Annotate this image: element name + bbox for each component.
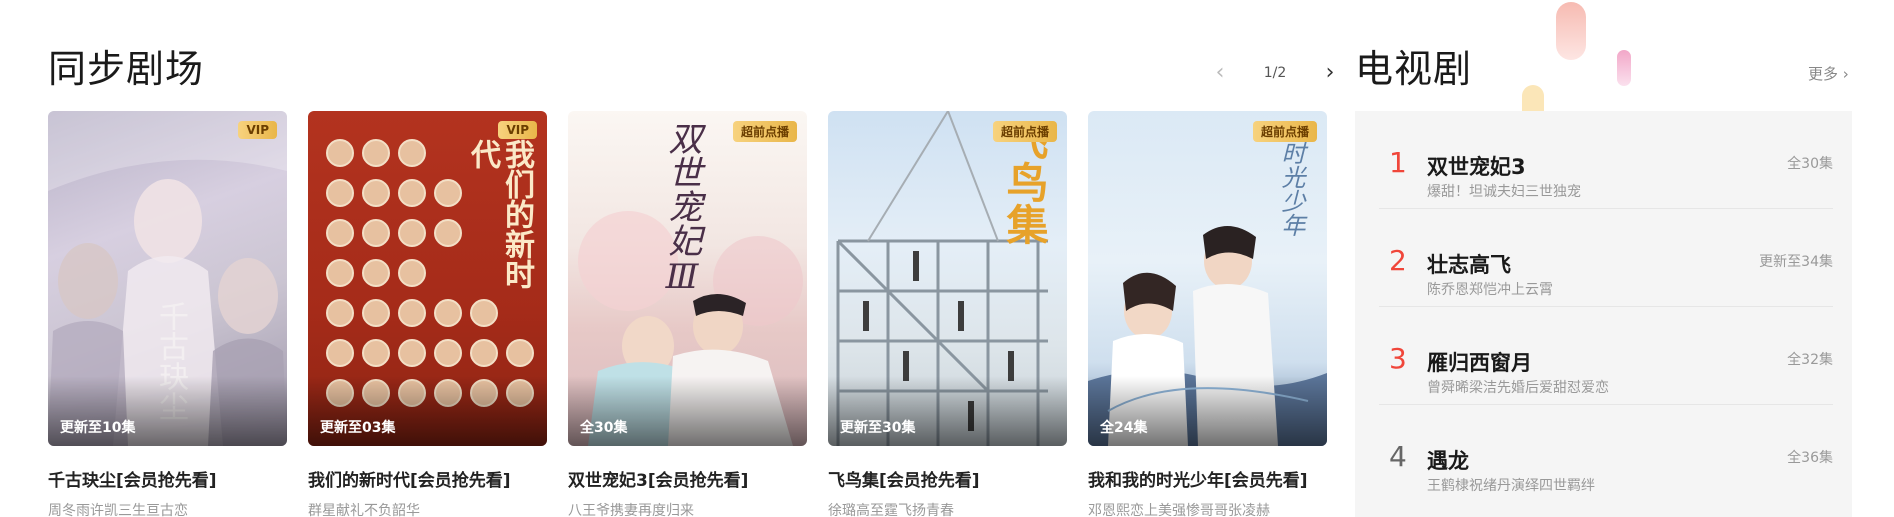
pager-page-indicator: 1/2: [1263, 65, 1287, 81]
rank-title[interactable]: 遇龙: [1427, 445, 1469, 475]
premium-badge: 超前点播: [1252, 121, 1317, 142]
ranking-panel: 1 双世宠妃3 爆甜！坦诚夫妇三世独宠 全30集 2 壮志高飞 陈乔恩郑恺冲上云…: [1355, 111, 1852, 517]
premium-badge: 超前点播: [992, 121, 1057, 142]
rank-episode-count: 全32集: [1787, 352, 1833, 368]
decor-bubble: [1556, 2, 1586, 60]
ranking-item[interactable]: 1 双世宠妃3 爆甜！坦诚夫妇三世独宠 全30集: [1379, 111, 1833, 209]
rank-title[interactable]: 壮志高飞: [1427, 249, 1511, 279]
rank-episode-count: 更新至34集: [1759, 254, 1833, 270]
decor-bubble: [1617, 50, 1631, 86]
drama-poster[interactable]: 双世宠妃Ⅲ 超前点播 全30集: [568, 111, 807, 446]
drama-poster[interactable]: 时光少年 超前点播 全24集: [1088, 111, 1327, 446]
card-subtitle: 徐璐高至霆飞扬青春: [828, 503, 954, 517]
card-title[interactable]: 我和我的时光少年[会员先看]: [1088, 466, 1327, 491]
premium-badge: 超前点播: [732, 121, 797, 142]
episode-status: 全24集: [1100, 420, 1148, 436]
rank-number: 4: [1389, 440, 1407, 473]
poster-title-art: 我们的新时代: [465, 139, 534, 289]
drama-card[interactable]: 双世宠妃Ⅲ 超前点播 全30集 双世宠妃3[会员抢先看] 八王爷携妻再度归来: [568, 111, 807, 517]
poster-title-art: 时光少年: [1277, 141, 1305, 237]
card-title[interactable]: 双世宠妃3[会员抢先看]: [568, 466, 807, 491]
pager: ‹ 1/2 ›: [1205, 62, 1345, 84]
rank-episode-count: 全30集: [1787, 156, 1833, 172]
card-subtitle: 周冬雨许凯三生亘古恋: [48, 503, 188, 517]
ranking-item[interactable]: 4 遇龙 王鹤棣祝绪丹演绎四世羁绊 全36集: [1379, 405, 1833, 503]
section-title: 同步剧场: [48, 47, 205, 91]
card-title[interactable]: 飞鸟集[会员抢先看]: [828, 466, 1067, 491]
card-title[interactable]: 我们的新时代[会员抢先看]: [308, 466, 547, 491]
rank-number: 2: [1389, 244, 1407, 277]
episode-status: 更新至10集: [60, 420, 136, 436]
episode-status: 更新至30集: [840, 420, 916, 436]
decor-bubble: [1522, 85, 1544, 111]
card-title[interactable]: 千古玦尘[会员抢先看]: [48, 466, 287, 491]
drama-poster[interactable]: 我们的新时代 VIP 更新至03集: [308, 111, 547, 446]
rank-number: 1: [1389, 146, 1407, 179]
rank-description: 陈乔恩郑恺冲上云霄: [1427, 282, 1553, 298]
ranking-item[interactable]: 2 壮志高飞 陈乔恩郑恺冲上云霄 更新至34集: [1379, 209, 1833, 307]
drama-card[interactable]: 时光少年 超前点播 全24集 我和我的时光少年[会员先看] 邓恩熙恋上美强惨哥哥…: [1088, 111, 1327, 517]
drama-card[interactable]: 飞鸟集 超前点播 更新至30集 飞鸟集[会员抢先看] 徐璐高至霆飞扬青春: [828, 111, 1067, 517]
pager-next-button[interactable]: ›: [1315, 62, 1345, 84]
episode-status: 更新至03集: [320, 420, 396, 436]
rank-title[interactable]: 双世宠妃3: [1427, 151, 1526, 181]
vip-badge: VIP: [238, 121, 277, 139]
card-row: 千古玦尘 VIP 更新至10集 千古玦尘[会员抢先看] 周冬雨许凯三生亘古恋 我…: [48, 111, 1327, 517]
drama-card[interactable]: 我们的新时代 VIP 更新至03集 我们的新时代[会员抢先看] 群星献礼不负韶华: [308, 111, 547, 517]
poster-title-art: 双世宠妃Ⅲ: [662, 121, 702, 297]
drama-poster[interactable]: 千古玦尘 VIP 更新至10集: [48, 111, 287, 446]
rank-episode-count: 全36集: [1787, 450, 1833, 466]
page-root: 同步剧场 ‹ 1/2 › 千古玦尘 VIP 更新至10集 千古玦尘[会员抢先看]…: [0, 0, 1894, 517]
pager-prev-button[interactable]: ‹: [1205, 62, 1235, 84]
card-subtitle: 邓恩熙恋上美强惨哥哥张凌赫: [1088, 503, 1270, 517]
episode-status: 全30集: [580, 420, 628, 436]
vip-badge: VIP: [498, 121, 537, 139]
tv-section-title: 电视剧: [1355, 47, 1473, 91]
rank-description: 王鹤棣祝绪丹演绎四世羁绊: [1427, 478, 1595, 494]
more-link[interactable]: 更多 ›: [1808, 63, 1849, 84]
ranking-item[interactable]: 3 雁归西窗月 曾舜晞梁洁先婚后爱甜怼爱恋 全32集: [1379, 307, 1833, 405]
card-subtitle: 群星献礼不负韶华: [308, 503, 420, 517]
card-subtitle: 八王爷携妻再度归来: [568, 503, 694, 517]
rank-title[interactable]: 雁归西窗月: [1427, 347, 1532, 377]
drama-poster[interactable]: 飞鸟集 超前点播 更新至30集: [828, 111, 1067, 446]
rank-description: 爆甜！坦诚夫妇三世独宠: [1427, 184, 1581, 200]
rank-description: 曾舜晞梁洁先婚后爱甜怼爱恋: [1427, 380, 1609, 396]
drama-card[interactable]: 千古玦尘 VIP 更新至10集 千古玦尘[会员抢先看] 周冬雨许凯三生亘古恋: [48, 111, 287, 517]
rank-number: 3: [1389, 342, 1407, 375]
